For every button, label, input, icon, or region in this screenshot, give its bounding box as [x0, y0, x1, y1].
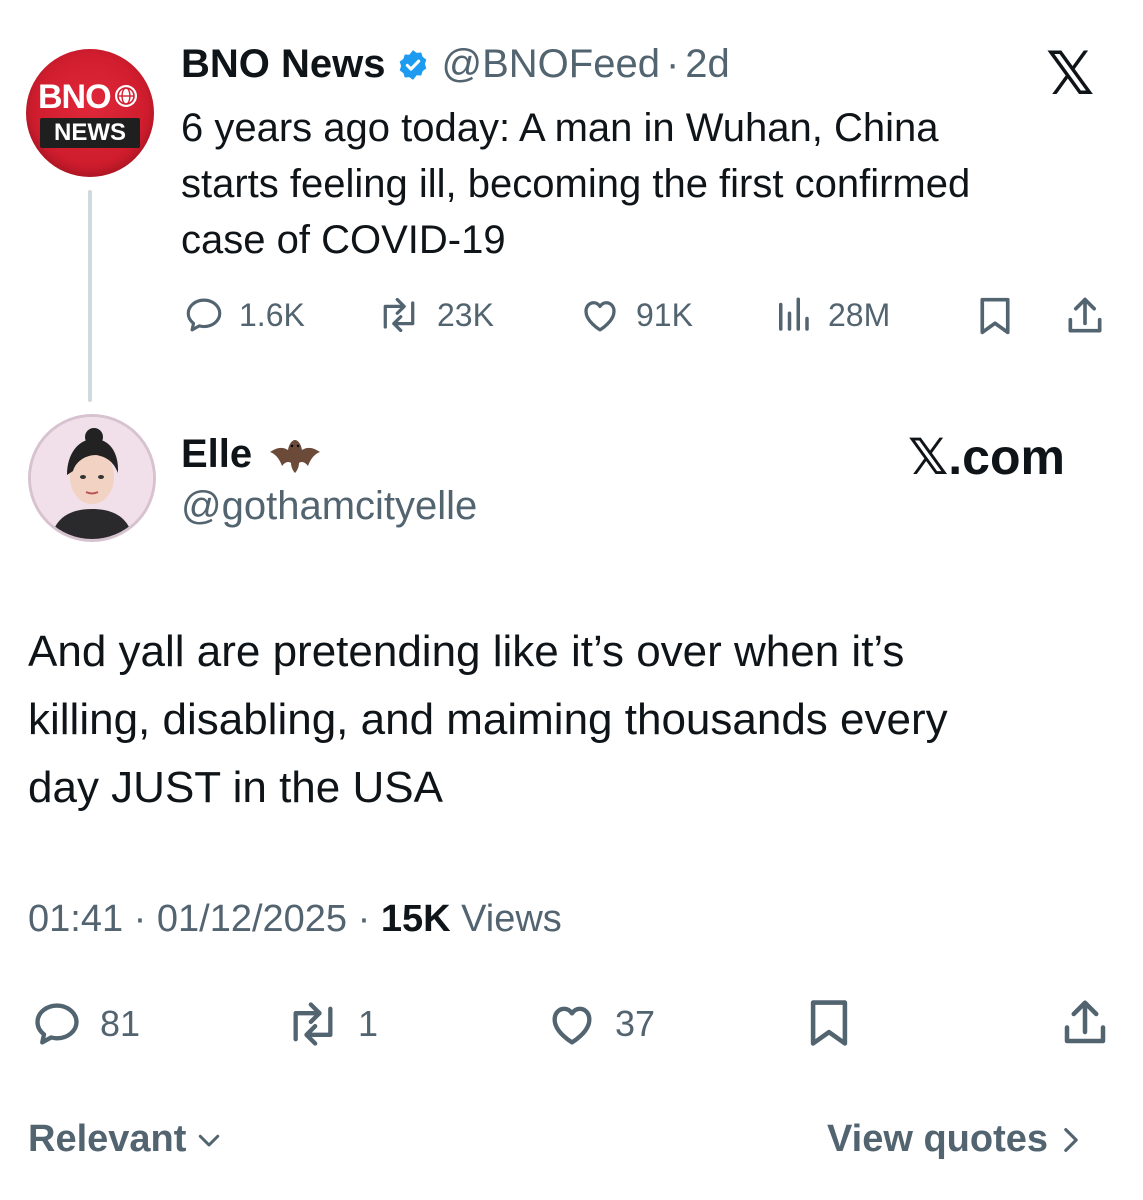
- parent-tweet-header: BNO News @BNOFeed · 2d: [181, 42, 730, 87]
- sort-label: Relevant: [28, 1118, 187, 1160]
- like-count: 37: [615, 1003, 656, 1044]
- view-quotes-link[interactable]: View quotes: [827, 1118, 1084, 1161]
- like-button[interactable]: 91K: [578, 294, 693, 336]
- reply-button[interactable]: 1.6K: [183, 294, 305, 336]
- author-handle[interactable]: @gothamcityelle: [181, 484, 477, 529]
- share-icon: [1068, 297, 1102, 333]
- heart-icon: [584, 301, 616, 332]
- tweet-text-line: 6 years ago today: A man in Wuhan, China: [181, 106, 939, 150]
- views-button[interactable]: 28M: [772, 294, 890, 336]
- repost-icon: [383, 297, 415, 333]
- separator-dot: ·: [133, 898, 147, 940]
- repost-icon: [293, 1002, 333, 1046]
- tweet-text-line: day JUST in the USA: [28, 763, 443, 812]
- x-com-watermark: 𝕏.com: [908, 429, 1065, 485]
- author-name[interactable]: BNO News: [181, 42, 386, 87]
- heart-icon: [552, 1006, 592, 1045]
- reply-count: 1.6K: [239, 296, 305, 333]
- share-button[interactable]: [1063, 294, 1107, 343]
- reply-tweet-text: And yall are pretending like it’s over w…: [28, 618, 1118, 822]
- tweet-meta: 01:41 · 01/12/2025 · 15K Views: [28, 898, 562, 941]
- repost-button[interactable]: 1: [282, 998, 378, 1050]
- views-count: 15K: [380, 898, 451, 940]
- tweet-time[interactable]: 2d: [685, 42, 730, 87]
- bookmark-button[interactable]: [975, 294, 1015, 343]
- separator-dot: ·: [665, 42, 680, 86]
- author-handle[interactable]: @BNOFeed: [442, 42, 660, 87]
- x-logo-icon: 𝕏: [1046, 40, 1095, 107]
- parent-tweet-text: 6 years ago today: A man in Wuhan, China…: [181, 100, 1121, 268]
- bookmark-icon: [980, 297, 1010, 335]
- tweet-text-line: case of COVID-19: [181, 218, 506, 262]
- bookmark-icon: [810, 1000, 848, 1046]
- reply-button[interactable]: 81: [28, 998, 140, 1050]
- repost-count: 1: [358, 1003, 379, 1044]
- reply-icon: [35, 1003, 79, 1045]
- bookmark-button[interactable]: [804, 994, 854, 1057]
- bno-avatar-subtext: NEWS: [40, 118, 140, 148]
- sort-dropdown[interactable]: Relevant: [28, 1118, 224, 1161]
- verified-badge-icon: [396, 48, 430, 82]
- tweet-text-line: And yall are pretending like it’s over w…: [28, 627, 905, 676]
- globe-icon: [115, 85, 137, 107]
- views-label: Views: [461, 898, 562, 940]
- thread-connector: [88, 190, 92, 402]
- share-icon: [1064, 1000, 1106, 1044]
- reply-icon: [186, 298, 222, 332]
- chevron-right-icon: [1064, 1127, 1078, 1152]
- analytics-icon: [779, 297, 809, 331]
- author-name[interactable]: Elle: [181, 432, 252, 477]
- reply-tweet-header: Elle: [181, 430, 322, 478]
- separator-dot: ·: [357, 898, 371, 940]
- tweet-text-line: killing, disabling, and maiming thousand…: [28, 695, 948, 744]
- tweet-date[interactable]: 01/12/2025: [157, 898, 347, 940]
- share-button[interactable]: [1058, 996, 1112, 1055]
- like-count: 91K: [636, 296, 693, 333]
- tweet-text-line: starts feeling ill, becoming the first c…: [181, 162, 971, 206]
- bat-icon: [268, 430, 322, 478]
- reply-count: 81: [100, 1003, 141, 1044]
- elle-avatar[interactable]: [28, 414, 156, 542]
- repost-button[interactable]: 23K: [375, 294, 494, 336]
- chevron-down-icon: [199, 1134, 220, 1146]
- view-quotes-label: View quotes: [827, 1118, 1049, 1160]
- like-button[interactable]: 37: [543, 998, 655, 1050]
- view-count: 28M: [828, 296, 891, 333]
- repost-count: 23K: [437, 296, 494, 333]
- tweet-time[interactable]: 01:41: [28, 898, 123, 940]
